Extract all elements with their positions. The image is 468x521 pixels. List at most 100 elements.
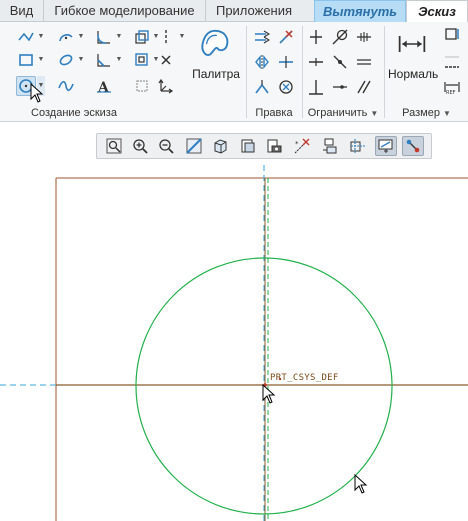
arc-button[interactable] — [56, 27, 76, 47]
horizontal-constraint-button[interactable] — [306, 52, 326, 72]
mouse-cursor-icon — [30, 83, 44, 103]
group-label-constrain[interactable]: Ограничить ▼ — [303, 105, 383, 121]
point-icon — [161, 55, 171, 65]
corner-button[interactable] — [252, 77, 272, 97]
csys-label: PRT_CSYS_DEF — [270, 373, 339, 383]
mouse-cursor-icon — [354, 474, 368, 494]
line-chain-button[interactable] — [16, 27, 36, 47]
tangent-constraint-button[interactable] — [330, 27, 350, 47]
fillet-button[interactable] — [94, 27, 114, 47]
tab-flexible-modeling[interactable]: Гибкое моделирование — [44, 0, 206, 22]
centerline-dropdown[interactable]: ▼ — [178, 27, 186, 47]
baseline-dimension-button[interactable] — [442, 52, 462, 72]
equal-constraint-button[interactable] — [330, 77, 350, 97]
view-manager-button[interactable] — [263, 136, 285, 156]
annotation-display-button[interactable] — [319, 136, 341, 156]
ellipse-dropdown[interactable]: ▼ — [77, 50, 85, 70]
tab-applications-label: Приложения — [215, 3, 293, 18]
point-button[interactable] — [156, 50, 176, 70]
spline-icon — [58, 80, 74, 92]
divide-button[interactable] — [276, 52, 296, 72]
centerline-icon — [165, 30, 167, 44]
reference-dimension-button[interactable]: REF — [442, 77, 462, 97]
horizontal-constraint-icon — [309, 58, 323, 66]
perpendicular-constraint-button[interactable] — [306, 77, 326, 97]
palette-button[interactable] — [198, 27, 232, 61]
sketch-view-button[interactable] — [375, 136, 397, 156]
normal-dimension-button[interactable] — [394, 27, 430, 61]
symmetric-constraint-icon — [357, 59, 371, 65]
normal-dimension-label: Нормаль — [388, 67, 439, 81]
ribbon: ▼ ▼ ▼ ▼ ▼ ▼ ▼ ▼ ▼ ▼ A Палитра Создание э… — [0, 22, 468, 122]
datum-display-filters-button[interactable]: * — [291, 136, 313, 156]
refit-button[interactable] — [103, 136, 125, 156]
perimeter-dimension-button[interactable] — [442, 25, 462, 45]
fillet-dropdown[interactable]: ▼ — [115, 27, 123, 47]
text-button[interactable]: A — [94, 76, 114, 96]
symmetric-constraint-button[interactable] — [354, 52, 374, 72]
parallel-constraint-icon — [357, 80, 371, 94]
rotate-resize-button[interactable] — [276, 77, 296, 97]
group-label-dimension-text: Размер — [402, 107, 440, 119]
coordinate-system-icon — [158, 78, 174, 94]
tab-sketch[interactable]: Эскиз — [406, 0, 468, 23]
construction-mode-icon — [136, 80, 148, 92]
line-dropdown[interactable]: ▼ — [37, 27, 45, 47]
mirror-button[interactable] — [252, 52, 272, 72]
vertical-constraint-button[interactable] — [306, 27, 326, 47]
svg-text:REF: REF — [446, 90, 456, 95]
reference-dimension-icon: REF — [444, 82, 460, 95]
rectangle-button[interactable] — [16, 50, 36, 70]
tab-extrude[interactable]: Вытянуть — [314, 0, 406, 22]
zoom-in-button[interactable] — [129, 136, 151, 156]
centerline-button[interactable] — [156, 27, 176, 47]
arc-icon — [59, 34, 73, 42]
display-style-icon — [241, 139, 255, 153]
spin-center-icon — [350, 139, 365, 153]
normal-dimension-icon — [398, 36, 426, 52]
repaint-button[interactable] — [183, 136, 205, 156]
datum-display-filters-icon: * — [294, 138, 310, 154]
coincident-constraint-button[interactable] — [330, 52, 350, 72]
chevron-down-icon: ▼ — [370, 109, 379, 118]
tab-view[interactable]: Вид — [0, 0, 44, 22]
tab-flexible-modeling-label: Гибкое моделирование — [54, 3, 195, 18]
modify-button[interactable] — [252, 27, 272, 47]
text-icon: A — [97, 80, 111, 94]
delete-segment-button[interactable] — [276, 27, 296, 47]
saved-orientations-icon — [214, 139, 227, 154]
zoom-out-button[interactable] — [155, 136, 177, 156]
coordinate-system-button[interactable] — [156, 76, 176, 96]
tab-applications[interactable]: Приложения — [206, 0, 302, 22]
divide-icon — [279, 56, 293, 68]
parallel-constraint-button[interactable] — [354, 77, 374, 97]
chamfer-dropdown[interactable]: ▼ — [115, 50, 123, 70]
display-style-button[interactable] — [237, 136, 259, 156]
thicken-button[interactable] — [132, 50, 152, 70]
group-label-dimension[interactable]: Размер ▼ — [385, 105, 468, 121]
corner-icon — [255, 80, 269, 94]
ellipse-button[interactable] — [56, 50, 76, 70]
construction-mode-button[interactable] — [132, 76, 152, 96]
sketcher-display-button[interactable] — [402, 136, 424, 156]
rectangle-dropdown[interactable]: ▼ — [37, 50, 45, 70]
sketch-canvas[interactable] — [0, 165, 468, 521]
svg-text:*: * — [295, 140, 299, 148]
arc-dropdown[interactable]: ▼ — [77, 27, 85, 47]
mirror-icon — [255, 55, 269, 69]
chamfer-button[interactable] — [94, 50, 114, 70]
spline-button[interactable] — [56, 76, 76, 96]
zoom-out-icon — [159, 139, 174, 154]
sketcher-display-icon — [406, 139, 420, 153]
saved-orientations-button[interactable] — [209, 136, 231, 156]
spin-center-button[interactable] — [347, 136, 369, 156]
refit-icon — [106, 138, 122, 154]
midpoint-constraint-button[interactable] — [354, 27, 374, 47]
offset-icon — [135, 30, 149, 44]
perimeter-dimension-icon — [445, 28, 459, 40]
ribbon-tab-bar: Вид Гибкое моделирование Приложения Вытя… — [0, 0, 468, 23]
perpendicular-constraint-icon — [309, 80, 323, 95]
equal-constraint-icon — [333, 85, 347, 89]
tab-sketch-label: Эскиз — [418, 4, 456, 19]
offset-button[interactable] — [132, 27, 152, 47]
